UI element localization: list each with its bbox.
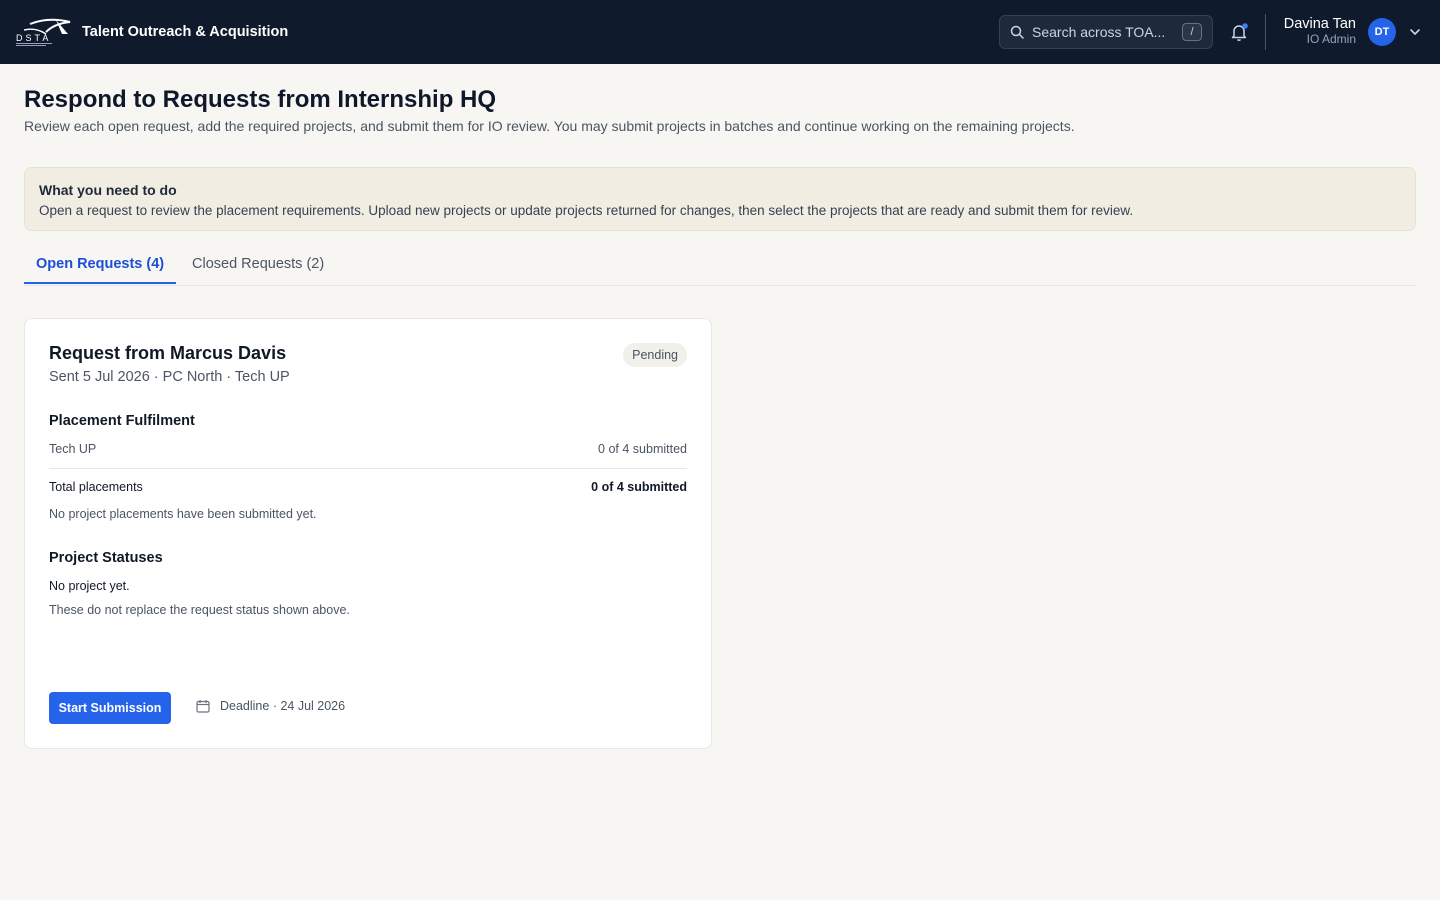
placement-total-label: Total placements [49,480,143,494]
page-title: Respond to Requests from Internship HQ [24,86,497,113]
placement-note: No project placements have been submitte… [49,507,317,521]
instructions-title: What you need to do [39,182,177,198]
user-info[interactable]: Davina Tan IO Admin [1284,16,1356,47]
logo-text: DSTA [16,33,51,43]
tab-open-requests[interactable]: Open Requests (4) [36,256,164,285]
app-title: Talent Outreach & Acquisition [82,24,289,40]
project-statuses-heading: Project Statuses [49,550,163,566]
request-meta: Sent 5 Jul 2026 · PC North · Tech UP [49,369,290,385]
deadline-text: Deadline · 24 Jul 2026 [220,699,346,713]
placement-total-value: 0 of 4 submitted [591,480,687,494]
request-title: Request from Marcus Davis [49,343,287,363]
placement-row-value: 0 of 4 submitted [598,442,687,456]
placement-divider [49,468,687,469]
page-subtitle: Review each open request, add the requir… [24,118,1075,134]
placement-row: Tech UP 0 of 4 submitted [49,442,687,456]
dsta-logo: DSTA [16,16,72,48]
request-tabs: Open Requests (4) Closed Requests (2) [24,248,1416,286]
header-divider [1265,14,1266,50]
project-statuses-empty: No project yet. [49,579,130,593]
search-input[interactable]: Search across TOA... / [999,15,1213,49]
calendar-icon [196,700,210,713]
placement-heading: Placement Fulfilment [49,413,195,429]
placement-row-label: Tech UP [49,442,97,456]
avatar[interactable]: DT [1368,18,1396,46]
top-bar: DSTA Talent Outreach & Acquisition Searc… [0,0,1440,64]
chevron-down-icon[interactable] [1409,26,1421,38]
search-icon [1010,25,1024,39]
placement-total-row: Total placements 0 of 4 submitted [49,480,687,494]
search-placeholder: Search across TOA... [1032,24,1166,40]
status-badge: Pending [623,343,687,367]
tab-closed-requests[interactable]: Closed Requests (2) [192,256,324,285]
instructions-panel: What you need to do Open a request to re… [24,167,1416,231]
brand[interactable]: DSTA Talent Outreach & Acquisition [16,16,288,48]
user-role: IO Admin [1306,32,1356,46]
project-statuses-note: These do not replace the request status … [49,603,350,617]
notification-dot [1242,23,1248,29]
start-submission-button[interactable]: Start Submission [49,692,171,724]
active-tab-indicator [24,282,176,284]
search-shortcut-key: / [1182,23,1202,41]
request-card: Request from Marcus Davis Sent 5 Jul 202… [24,318,712,749]
deadline: Deadline · 24 Jul 2026 [196,699,345,713]
notification-bell-icon[interactable] [1230,22,1248,42]
user-name: Davina Tan [1283,16,1356,32]
instructions-text: Open a request to review the placement r… [39,203,1134,218]
